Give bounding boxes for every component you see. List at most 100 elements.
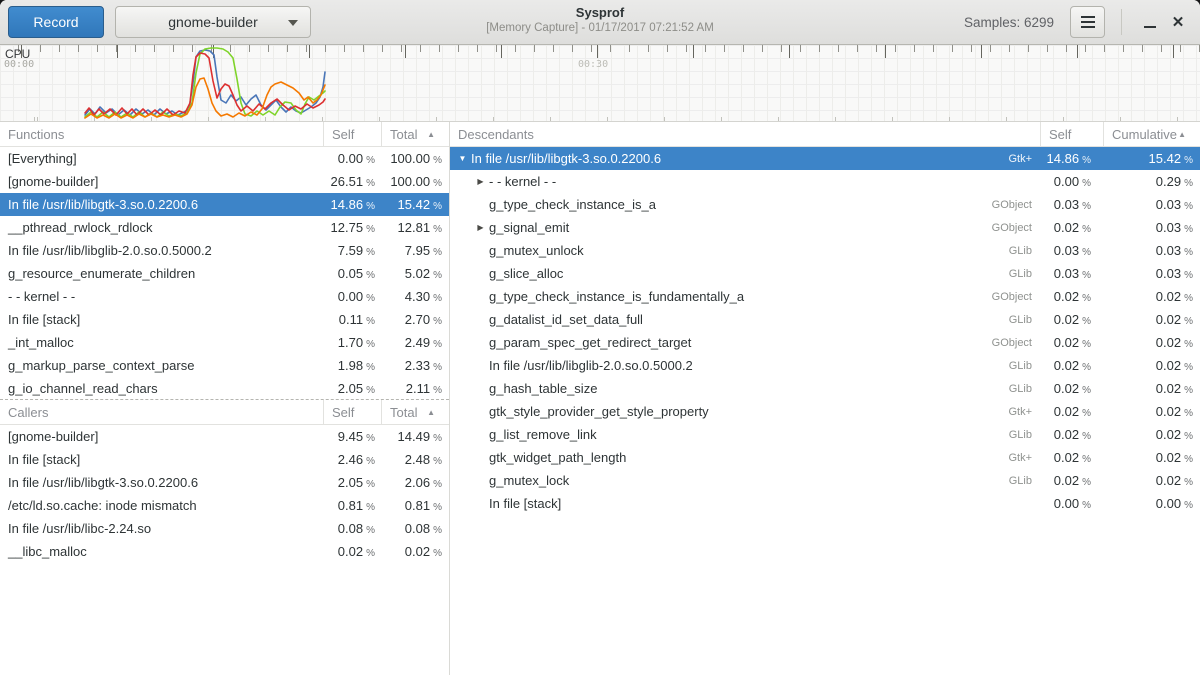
- table-row[interactable]: In file /usr/lib/libglib-2.0.so.0.5000.2…: [0, 239, 449, 262]
- self-value: 0.00%: [323, 151, 381, 166]
- library-category-badge: Gtk+: [1008, 153, 1040, 165]
- descendant-name-cell: g_type_check_instance_is_fundamentally_a…: [450, 289, 1040, 304]
- table-row[interactable]: g_resource_enumerate_children 0.05% 5.02…: [0, 262, 449, 285]
- self-value: 2.46%: [323, 452, 381, 467]
- close-button[interactable]: ✕: [1164, 8, 1192, 36]
- sort-ascending-icon: ▲: [427, 130, 435, 139]
- functions-total-column-header[interactable]: Total ▲: [381, 122, 449, 146]
- caller-name: [gnome-builder]: [0, 429, 323, 444]
- table-row[interactable]: In file /usr/lib/libc-2.24.so 0.08% 0.08…: [0, 517, 449, 540]
- headerbar: Record gnome-builder Sysprof [Memory Cap…: [0, 0, 1200, 45]
- record-button[interactable]: Record: [8, 6, 104, 38]
- tree-row[interactable]: g_hash_table_size GLib 0.02% 0.02%: [450, 377, 1200, 400]
- process-selector-dropdown[interactable]: gnome-builder: [115, 6, 311, 38]
- tree-row[interactable]: In file /usr/lib/libglib-2.0.so.0.5000.2…: [450, 354, 1200, 377]
- functions-self-column-header[interactable]: Self: [323, 122, 381, 146]
- cumulative-value: 0.02%: [1103, 381, 1200, 396]
- expander-icon[interactable]: ▼: [454, 154, 471, 163]
- total-header-label: Total: [390, 127, 417, 142]
- functions-table-body: [Everything] 0.00% 100.00% [gnome-builde…: [0, 147, 449, 400]
- descendant-name-cell: In file [stack]: [450, 496, 1040, 511]
- self-value: 2.05%: [323, 381, 381, 396]
- tree-row[interactable]: In file [stack] 0.00% 0.00%: [450, 492, 1200, 515]
- descendant-name: g_hash_table_size: [489, 381, 597, 396]
- cumulative-value: 0.02%: [1103, 289, 1200, 304]
- self-value: 0.02%: [1040, 312, 1103, 327]
- tree-row[interactable]: g_list_remove_link GLib 0.02% 0.02%: [450, 423, 1200, 446]
- callers-column-header[interactable]: Callers: [0, 405, 323, 420]
- tree-row[interactable]: g_mutex_lock GLib 0.02% 0.02%: [450, 469, 1200, 492]
- tree-row[interactable]: g_type_check_instance_is_a GObject 0.03%…: [450, 193, 1200, 216]
- table-row[interactable]: [Everything] 0.00% 100.00%: [0, 147, 449, 170]
- descendant-name: g_mutex_lock: [489, 473, 569, 488]
- expander-icon[interactable]: ▶: [472, 223, 489, 232]
- callers-self-column-header[interactable]: Self: [323, 400, 381, 424]
- library-category-badge: Gtk+: [1008, 452, 1040, 464]
- table-row[interactable]: - - kernel - - 0.00% 4.30%: [0, 285, 449, 308]
- total-value: 0.08%: [381, 521, 449, 536]
- chevron-down-icon: [288, 20, 298, 26]
- self-value: 0.00%: [323, 289, 381, 304]
- total-value: 7.95%: [381, 243, 449, 258]
- tree-row[interactable]: g_type_check_instance_is_fundamentally_a…: [450, 285, 1200, 308]
- descendants-column-header[interactable]: Descendants: [450, 127, 1040, 142]
- tree-row[interactable]: g_slice_alloc GLib 0.03% 0.03%: [450, 262, 1200, 285]
- descendant-name: In file [stack]: [489, 496, 561, 511]
- total-value: 12.81%: [381, 220, 449, 235]
- self-value: 0.02%: [1040, 335, 1103, 350]
- pane-drag-handle[interactable]: [0, 399, 449, 400]
- descendants-cumulative-column-header[interactable]: Cumulative ▲: [1103, 122, 1200, 146]
- expander-icon[interactable]: ▶: [472, 177, 489, 186]
- self-value: 0.02%: [1040, 473, 1103, 488]
- cumulative-header-label: Cumulative: [1112, 127, 1177, 142]
- table-row[interactable]: [gnome-builder] 26.51% 100.00%: [0, 170, 449, 193]
- tree-row[interactable]: gtk_style_provider_get_style_property Gt…: [450, 400, 1200, 423]
- callers-total-column-header[interactable]: Total ▲: [381, 400, 449, 424]
- descendant-name-cell: gtk_widget_path_length Gtk+: [450, 450, 1040, 465]
- tree-row[interactable]: ▶ g_signal_emit GObject 0.02% 0.03%: [450, 216, 1200, 239]
- descendant-name-cell: g_hash_table_size GLib: [450, 381, 1040, 396]
- close-icon: ✕: [1172, 15, 1185, 30]
- cpu-timeline-graph[interactable]: CPU 00:00 00:30: [0, 45, 1200, 122]
- table-row[interactable]: [gnome-builder] 9.45% 14.49%: [0, 425, 449, 448]
- total-value: 2.70%: [381, 312, 449, 327]
- headerbar-separator: [1121, 9, 1122, 35]
- table-row[interactable]: g_markup_parse_context_parse 1.98% 2.33%: [0, 354, 449, 377]
- descendants-self-column-header[interactable]: Self: [1040, 122, 1103, 146]
- minimize-button[interactable]: [1136, 8, 1164, 36]
- tree-row[interactable]: ▼ In file /usr/lib/libgtk-3.so.0.2200.6 …: [450, 147, 1200, 170]
- total-value: 100.00%: [381, 151, 449, 166]
- tree-row[interactable]: ▶ - - kernel - - 0.00% 0.29%: [450, 170, 1200, 193]
- cpu-line-red: [85, 53, 325, 115]
- hamburger-icon: [1081, 16, 1095, 28]
- caller-name: In file /usr/lib/libgtk-3.so.0.2200.6: [0, 475, 323, 490]
- table-row[interactable]: In file [stack] 2.46% 2.48%: [0, 448, 449, 471]
- total-value: 2.11%: [381, 381, 449, 396]
- function-name: In file [stack]: [0, 312, 323, 327]
- library-category-badge: GLib: [1009, 314, 1040, 326]
- descendant-name: g_signal_emit: [489, 220, 569, 235]
- functions-column-header[interactable]: Functions: [0, 127, 323, 142]
- self-value: 14.86%: [323, 197, 381, 212]
- table-row[interactable]: /etc/ld.so.cache: inode mismatch 0.81% 0…: [0, 494, 449, 517]
- descendant-name: gtk_widget_path_length: [489, 450, 626, 465]
- cumulative-value: 0.00%: [1103, 496, 1200, 511]
- descendant-name: g_type_check_instance_is_fundamentally_a: [489, 289, 744, 304]
- self-value: 0.08%: [323, 521, 381, 536]
- table-row[interactable]: __pthread_rwlock_rdlock 12.75% 12.81%: [0, 216, 449, 239]
- self-value: 0.02%: [1040, 450, 1103, 465]
- table-row[interactable]: In file /usr/lib/libgtk-3.so.0.2200.6 14…: [0, 193, 449, 216]
- table-row[interactable]: In file [stack] 0.11% 2.70%: [0, 308, 449, 331]
- tree-row[interactable]: g_mutex_unlock GLib 0.03% 0.03%: [450, 239, 1200, 262]
- table-row[interactable]: __libc_malloc 0.02% 0.02%: [0, 540, 449, 563]
- tree-row[interactable]: g_param_spec_get_redirect_target GObject…: [450, 331, 1200, 354]
- descendant-name: g_datalist_id_set_data_full: [489, 312, 643, 327]
- tree-row[interactable]: g_datalist_id_set_data_full GLib 0.02% 0…: [450, 308, 1200, 331]
- table-row[interactable]: g_io_channel_read_chars 2.05% 2.11%: [0, 377, 449, 400]
- hamburger-menu-button[interactable]: [1070, 6, 1105, 38]
- self-value: 0.81%: [323, 498, 381, 513]
- table-row[interactable]: _int_malloc 1.70% 2.49%: [0, 331, 449, 354]
- tree-row[interactable]: gtk_widget_path_length Gtk+ 0.02% 0.02%: [450, 446, 1200, 469]
- descendant-name: g_param_spec_get_redirect_target: [489, 335, 691, 350]
- table-row[interactable]: In file /usr/lib/libgtk-3.so.0.2200.6 2.…: [0, 471, 449, 494]
